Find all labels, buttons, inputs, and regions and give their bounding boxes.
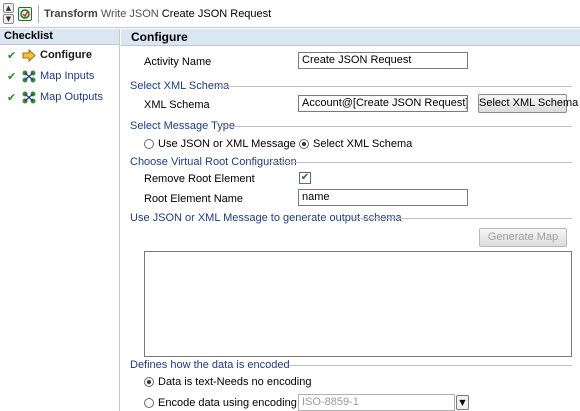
section-divider (353, 218, 572, 219)
activity-name-label: Activity Name (144, 56, 212, 68)
xml-schema-field[interactable]: Account@[Create JSON Request]/{name} (298, 95, 468, 112)
root-element-name-label: Root Element Name (144, 193, 244, 205)
title-bar: ▲ ▼ Transform Write JSON Create JSON Req… (0, 0, 580, 28)
radio-use-json-message[interactable] (144, 139, 154, 149)
radio-select-xml-schema-label: Select XML Schema (313, 138, 413, 150)
arrow-right-icon (22, 48, 36, 63)
radio-data-is-text[interactable] (144, 377, 154, 387)
section-divider (269, 162, 572, 163)
checklist-item-map-outputs[interactable]: ✔ Map Outputs (0, 87, 119, 108)
nav-arrows: ▲ ▼ (3, 3, 14, 25)
chevron-up-icon[interactable]: ▲ (3, 3, 14, 13)
checklist-item-label: Map Outputs (40, 91, 103, 103)
radio-encode-data[interactable] (144, 398, 154, 408)
xml-schema-label: XML Schema (144, 99, 210, 111)
configure-header: Configure (121, 29, 580, 46)
activity-title: Create JSON Request (161, 8, 272, 20)
activity-type: Transform (44, 8, 98, 20)
schema-section-title: Select XML Schema (130, 80, 230, 92)
section-divider (219, 126, 572, 127)
transform-icon (18, 7, 32, 21)
radio-select-xml-schema[interactable] (299, 139, 309, 149)
radio-data-is-text-label: Data is text-Needs no encoding (158, 376, 312, 388)
checklist-item-configure[interactable]: ✔ Configure (0, 45, 119, 66)
generate-map-button[interactable]: Generate Map (479, 228, 567, 247)
select-xml-schema-button[interactable]: Select XML Schema (478, 94, 578, 113)
checklist-item-label: Configure (40, 49, 92, 61)
checkmark-icon: ✔ (7, 70, 17, 83)
section-divider (289, 365, 572, 366)
title-separator (38, 5, 39, 23)
checkmark-icon: ✔ (7, 91, 17, 104)
map-icon (22, 70, 36, 83)
checklist-item-label: Map Inputs (40, 70, 95, 82)
chevron-down-icon[interactable]: ▼ (3, 14, 14, 24)
configure-panel: Configure Activity Name Create JSON Requ… (121, 29, 580, 411)
remove-root-checkbox[interactable]: ✔ (299, 172, 311, 184)
checklist-panel: Checklist ✔ Configure ✔ Map Inputs ✔ Map… (0, 29, 120, 411)
root-element-name-field[interactable]: name (298, 189, 468, 206)
section-divider (216, 86, 572, 87)
activity-subtype: Write JSON (100, 8, 159, 20)
activity-name-field[interactable]: Create JSON Request (298, 52, 468, 69)
remove-root-label: Remove Root Element (144, 173, 255, 185)
checklist-header: Checklist (0, 29, 119, 45)
radio-use-json-message-label: Use JSON or XML Message (158, 138, 296, 150)
chevron-down-icon[interactable]: ▼ (456, 395, 469, 410)
checklist-item-map-inputs[interactable]: ✔ Map Inputs (0, 66, 119, 87)
json-message-textarea[interactable] (144, 251, 572, 357)
map-icon (22, 91, 36, 104)
window-title: Transform Write JSON Create JSON Request (44, 8, 271, 20)
encoding-type-field[interactable]: ISO-8859-1 (298, 394, 455, 411)
encoding-section-title: Defines how the data is encoded (130, 359, 290, 371)
checkmark-icon: ✔ (7, 49, 17, 62)
